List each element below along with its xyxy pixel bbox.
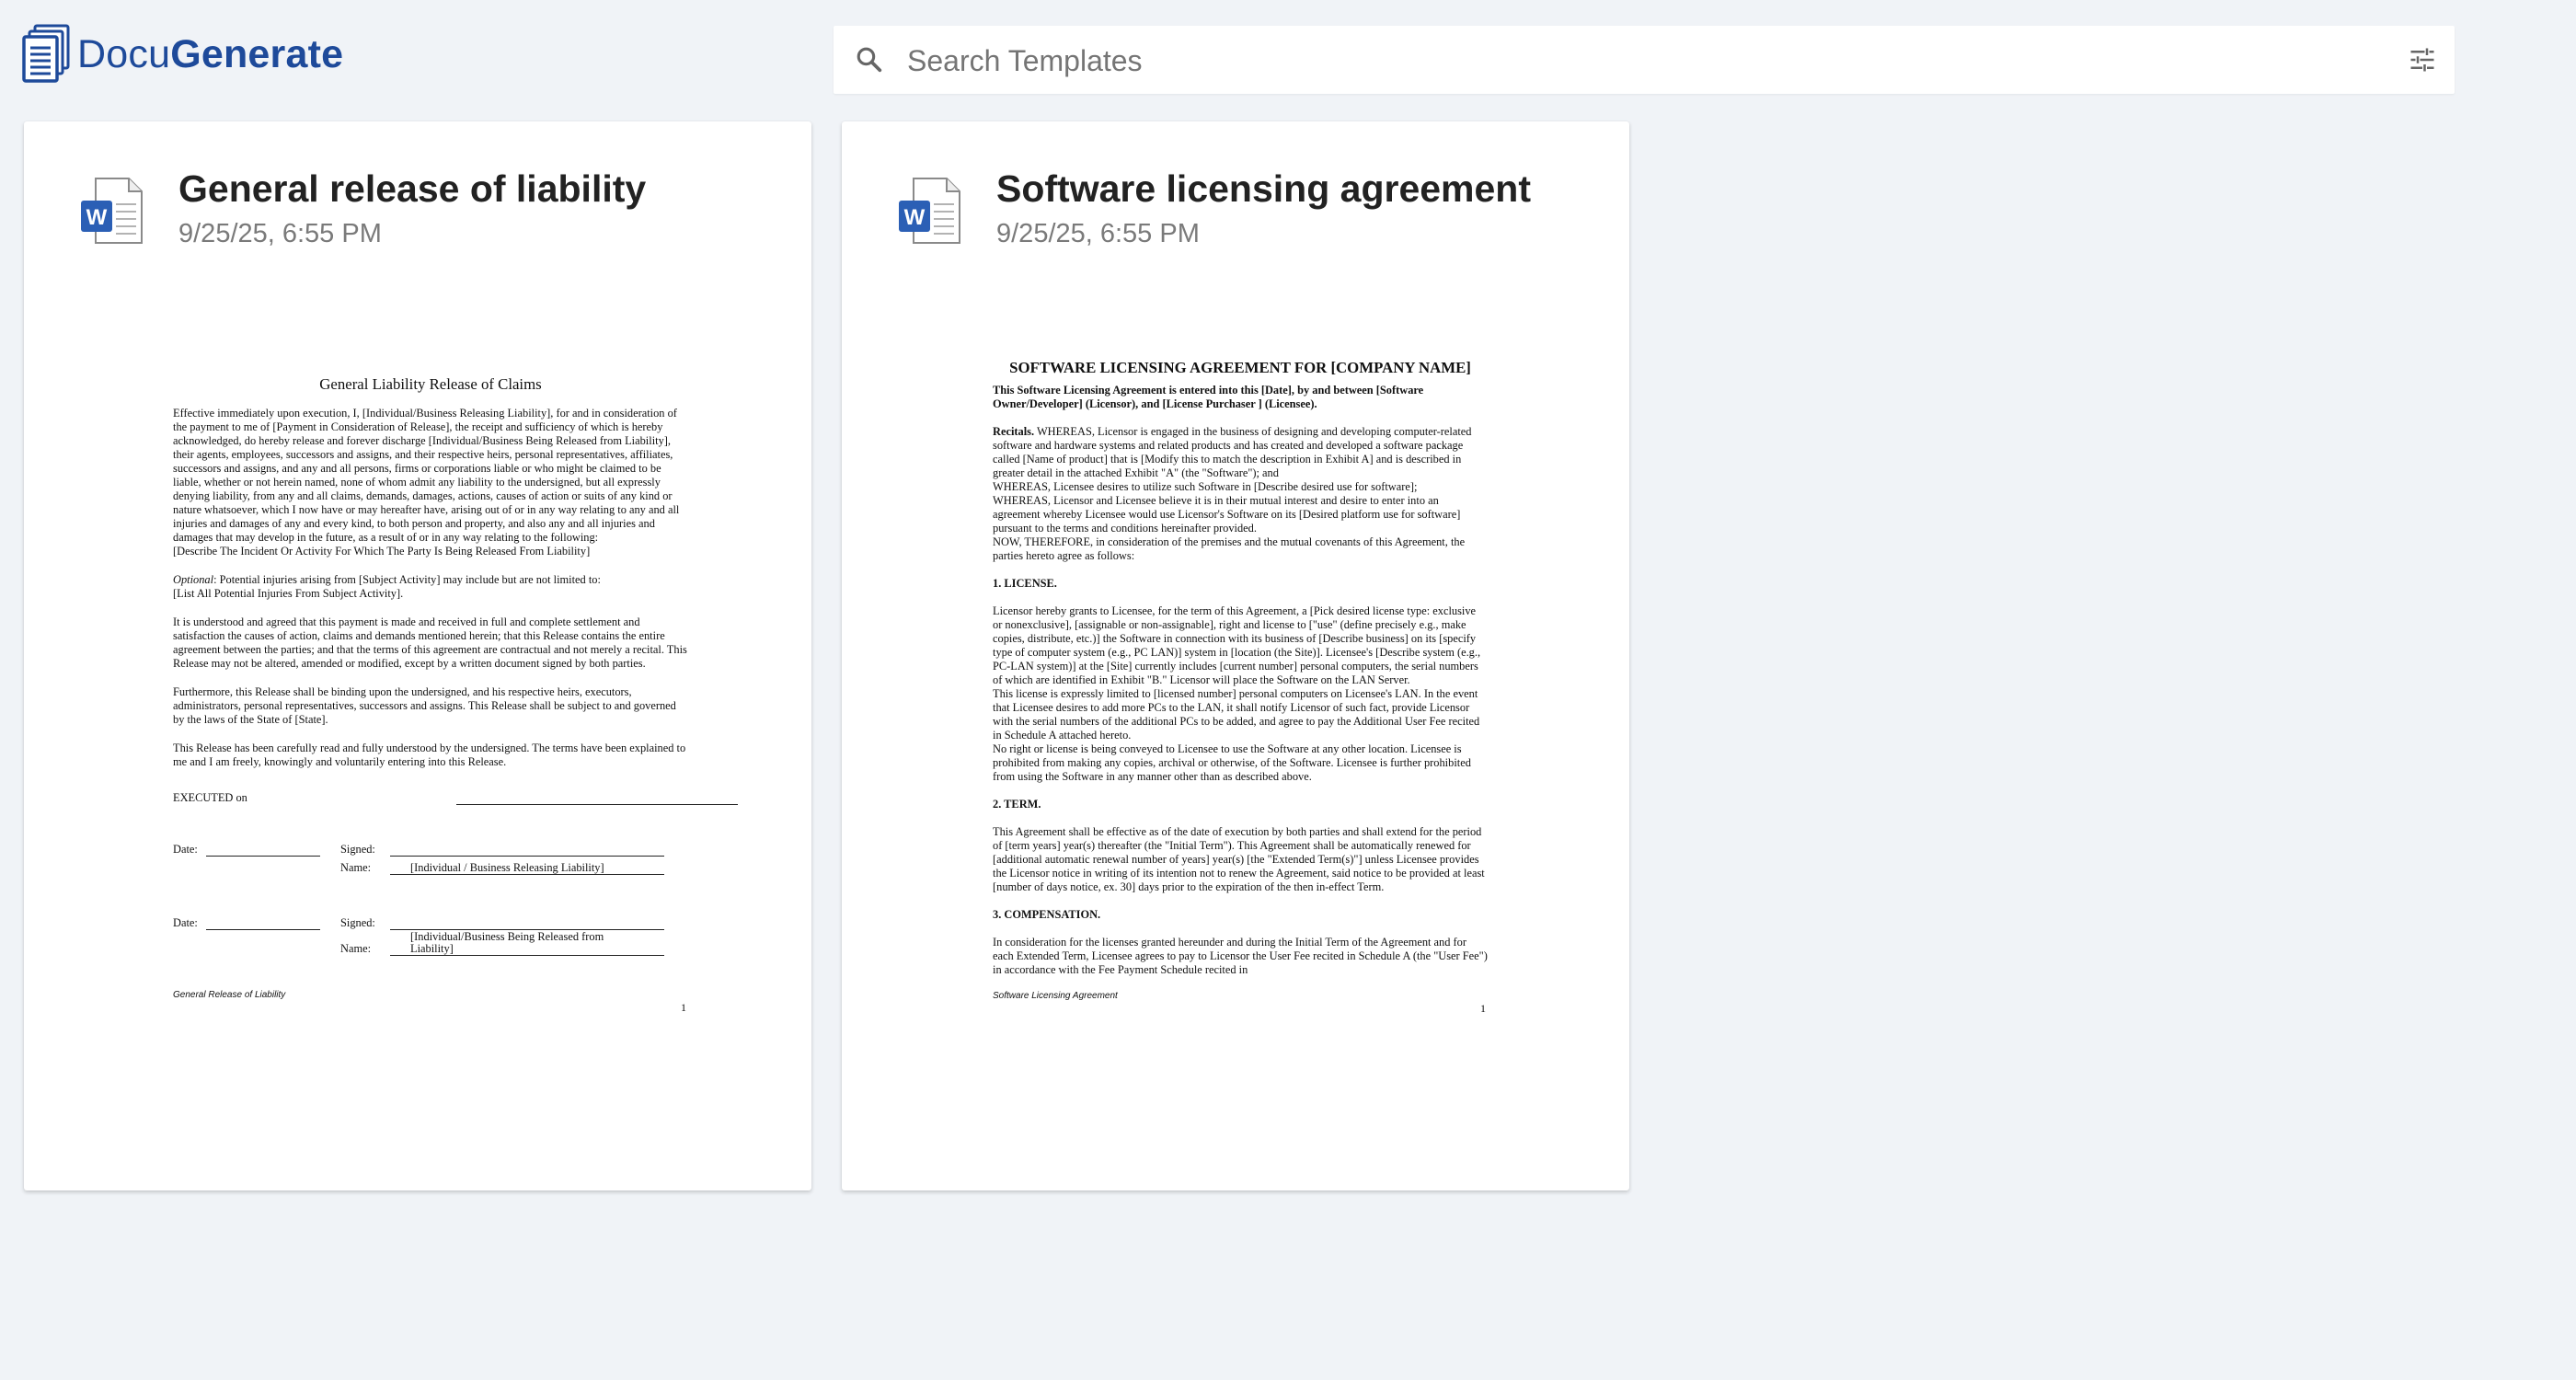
preview-intro: This Software Licensing Agreement is ent… xyxy=(993,384,1424,410)
page-number: 1 xyxy=(1480,1002,1486,1015)
svg-text:W: W xyxy=(86,205,108,230)
word-file-icon: W xyxy=(899,178,960,244)
preview-footer: General Release of Liability 1 xyxy=(173,990,688,1014)
preview-footer: Software Licensing Agreement 1 xyxy=(993,991,1488,1015)
preview-title: SOFTWARE LICENSING AGREEMENT FOR [COMPAN… xyxy=(1009,359,1471,376)
brand-name: DocuGenerate xyxy=(77,32,343,77)
app-logo[interactable]: DocuGenerate xyxy=(22,24,343,85)
section-text: Licensor hereby grants to Licensee, for … xyxy=(993,604,1481,783)
signed-line xyxy=(390,843,664,857)
filter-settings-icon[interactable] xyxy=(2409,46,2436,74)
executed-row: EXECUTED on xyxy=(173,784,738,811)
section-text: In consideration for the licenses grante… xyxy=(993,936,1488,976)
signed-label: Signed: xyxy=(340,843,375,856)
search-icon xyxy=(857,47,882,73)
preview-recitals: Recitals. WHEREAS, Licensor is engaged i… xyxy=(993,425,1488,563)
preview-title: General Liability Release of Claims xyxy=(319,375,542,393)
preview-paragraph: This Release has been carefully read and… xyxy=(173,742,686,768)
page-number: 1 xyxy=(681,1001,686,1014)
card-date: 9/25/25, 6:55 PM xyxy=(178,219,382,248)
documents-logo-icon xyxy=(22,24,70,83)
brand-prefix: Docu xyxy=(77,31,171,76)
signed-line xyxy=(390,916,664,930)
section-heading: 1. LICENSE. xyxy=(993,577,1057,590)
recitals-text: WHEREAS, Licensor is engaged in the busi… xyxy=(993,425,1472,562)
template-card-general-release[interactable]: W General release of liability 9/25/25, … xyxy=(24,121,811,1190)
signed-label: Signed: xyxy=(340,916,375,929)
preview-paragraph: Effective immediately upon execution, I,… xyxy=(173,407,680,558)
search-input[interactable] xyxy=(905,26,2289,96)
card-date: 9/25/25, 6:55 PM xyxy=(996,219,1200,248)
footer-text: Software Licensing Agreement xyxy=(993,991,1118,1001)
name-label: Name: xyxy=(340,861,372,874)
executed-label: EXECUTED on xyxy=(173,791,247,804)
card-title: General release of liability xyxy=(178,167,647,210)
preview-paragraph: Optional: Potential injuries arising fro… xyxy=(173,573,601,600)
optional-text: Potential injuries arising from [Subject… xyxy=(173,573,601,600)
signature-block-2: Date: Signed: Name: [Individual/Business… xyxy=(173,916,688,990)
date-label: Date: xyxy=(173,916,198,929)
section-text: This Agreement shall be effective as of … xyxy=(993,825,1485,893)
word-file-icon: W xyxy=(81,178,143,244)
document-preview: General Liability Release of Claims Effe… xyxy=(173,375,738,1014)
card-title: Software licensing agreement xyxy=(996,167,1532,210)
svg-text:W: W xyxy=(904,205,926,230)
document-preview: SOFTWARE LICENSING AGREEMENT FOR [COMPAN… xyxy=(993,359,1488,1015)
party-name: [Individual/Business Being Released from… xyxy=(410,930,604,955)
preview-paragraph: It is understood and agreed that this pa… xyxy=(173,615,687,670)
party-name: [Individual / Business Releasing Liabili… xyxy=(410,861,604,874)
footer-text: General Release of Liability xyxy=(173,990,286,1000)
name-label: Name: xyxy=(340,942,372,955)
date-label: Date: xyxy=(173,843,198,856)
date-line xyxy=(206,916,320,930)
optional-label: Optional xyxy=(173,573,214,586)
search-bar xyxy=(834,26,2455,96)
template-card-software-licensing[interactable]: W Software licensing agreement 9/25/25, … xyxy=(842,121,1629,1190)
recitals-label: Recitals. xyxy=(993,425,1035,438)
preview-paragraph: Furthermore, this Release shall be bindi… xyxy=(173,685,676,726)
section-heading: 3. COMPENSATION. xyxy=(993,908,1101,921)
executed-line xyxy=(456,788,738,805)
section-heading: 2. TERM. xyxy=(993,798,1041,811)
signature-block-1: Date: Signed: Name: [Individual / Busine… xyxy=(173,843,688,916)
brand-suffix: Generate xyxy=(170,31,344,76)
date-line xyxy=(206,843,320,857)
